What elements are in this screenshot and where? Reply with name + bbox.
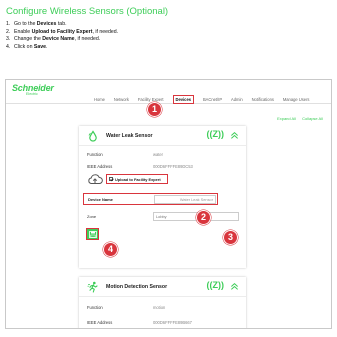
chevron-up-icon[interactable] [230, 282, 239, 291]
save-button[interactable] [86, 228, 99, 240]
nav-admin[interactable]: Admin [231, 97, 243, 102]
cloud-upload-icon [88, 174, 103, 184]
nav-notifications[interactable]: Notifications [252, 97, 274, 102]
instruction-steps: 1. Go to the Devices tab. 2. Enable Upload… [6, 21, 118, 51]
collapse-all-link[interactable]: Collapse All [302, 116, 323, 121]
app-screenshot: Schneider Electric Home Network Facility… [5, 79, 332, 329]
nav-home[interactable]: Home [94, 97, 105, 102]
nav-network[interactable]: Network [114, 97, 129, 102]
expand-all-link[interactable]: Expand All [277, 116, 296, 121]
upload-to-facility-expert-checkbox[interactable]: Upload to Facility Expert [106, 174, 168, 184]
panel-header[interactable]: Water Leak Sensor ((Z)) [79, 126, 246, 146]
nav-facility-expert[interactable]: Facility Expert [138, 97, 164, 102]
device-name-input[interactable] [154, 195, 216, 204]
zigbee-icon: ((Z)) [206, 129, 225, 139]
ieee-address-row: IEEE Address 000D6FFFFE89B667 [87, 320, 192, 325]
nav-bacnet[interactable]: BACnet/IP [203, 97, 222, 102]
page-title: Configure Wireless Sensors (Optional) [6, 6, 169, 17]
expand-collapse-links: Expand All Collapse All [272, 116, 323, 121]
motion-detection-sensor-panel: Motion Detection Sensor ((Z)) Function m… [79, 277, 246, 328]
nav-devices[interactable]: Devices [172, 95, 194, 104]
nav-menu: Home Network Facility Expert Devices BAC… [94, 88, 314, 106]
step-item: 2. Enable Upload to Facility Expert, if n… [6, 28, 119, 35]
function-row: Function motion [87, 305, 166, 310]
zone-row: Zone [83, 211, 243, 223]
ieee-address-row: IEEE Address 000D6FFFFE89DC53 [87, 164, 193, 169]
save-icon [89, 231, 97, 238]
callout-3: 3 [223, 230, 238, 245]
water-drop-icon [88, 130, 97, 142]
checkbox-icon[interactable] [109, 177, 113, 181]
zigbee-icon: ((Z)) [206, 280, 225, 290]
panel-header[interactable]: Motion Detection Sensor ((Z)) [79, 277, 246, 297]
top-nav-bar: Schneider Electric Home Network Facility… [6, 80, 331, 104]
nav-manage-users[interactable]: Manage Users [283, 97, 310, 102]
callout-2: 2 [196, 210, 211, 225]
device-name-row: Device Name [83, 193, 218, 205]
step-item: 3. Change the Device Name, if needed. [6, 36, 101, 43]
motion-person-icon [87, 281, 98, 293]
schneider-logo: Schneider Electric [12, 83, 54, 96]
step-item: 1. Go to the Devices tab. [6, 21, 67, 27]
step-item: 4. Click on Save. [6, 43, 48, 50]
callout-4: 4 [103, 242, 118, 257]
upload-row: Upload to Facility Expert [87, 173, 168, 185]
chevron-up-icon[interactable] [230, 131, 239, 140]
callout-1: 1 [147, 102, 162, 117]
